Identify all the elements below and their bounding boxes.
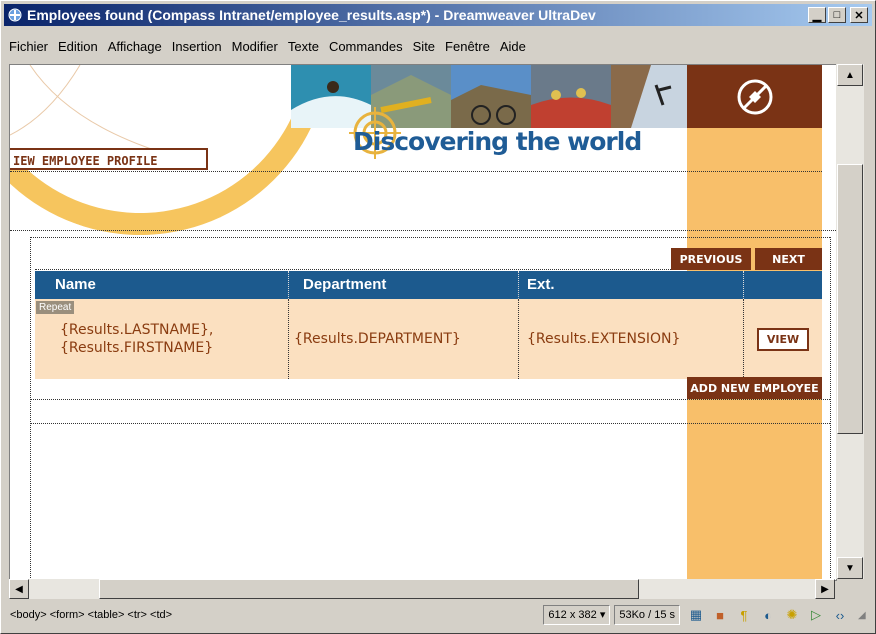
behaviors-icon[interactable]: ◐ [760,607,776,623]
close-icon: ✕ [854,9,864,22]
resize-grip-icon[interactable]: ◢ [858,610,872,621]
library-icon[interactable]: ■ [712,607,728,623]
department-field: {Results.DEPARTMENT} [294,331,461,347]
menu-aide[interactable]: Aide [495,39,531,59]
extension-cell: {Results.EXTENSION} [519,299,744,379]
title-bar: Employees found (Compass Intranet/employ… [4,4,872,26]
view-button[interactable]: VIEW [756,327,810,351]
scroll-down-button[interactable]: ▼ [837,557,863,579]
close-button[interactable]: ✕ [850,7,868,23]
arrow-up-icon: ▲ [845,69,855,81]
dreamweaver-window: Employees found (Compass Intranet/employ… [0,0,876,634]
vertical-scrollbar[interactable]: ▲ ▼ [836,64,864,579]
horizontal-scroll-thumb[interactable] [99,579,639,599]
table-row: {Results.LASTNAME}, {Results.FIRSTNAME} … [35,299,822,379]
menu-texte[interactable]: Texte [283,39,324,59]
arrow-left-icon: ◀ [15,583,23,595]
menu-site[interactable]: Site [408,39,440,59]
site-map-icon[interactable]: ▦ [688,607,704,623]
launcher-bar: ▦ ■ ¶ ◐ ✺ ▷ ‹› [688,607,848,623]
maximize-button[interactable]: □ [828,7,846,23]
divider [10,171,822,172]
decorative-lines [10,65,171,155]
compass-logo [687,65,822,128]
divider [30,399,830,400]
scroll-left-button[interactable]: ◀ [9,579,29,599]
menu-affichage[interactable]: Affichage [103,39,167,59]
next-button[interactable]: NEXT [755,248,822,270]
horizontal-scrollbar[interactable]: ◀ ▶ [9,579,835,599]
window-title: Employees found (Compass Intranet/employ… [27,7,596,23]
menu-fichier[interactable]: Fichier [4,39,53,59]
assets-icon[interactable]: ✺ [784,607,800,623]
column-header-actions [744,271,822,299]
divider [30,237,31,580]
menu-fenetre[interactable]: Fenêtre [440,39,495,59]
scroll-right-button[interactable]: ▶ [815,579,835,599]
compass-icon [737,79,772,114]
lastname-field: {Results.LASTNAME}, [60,322,214,338]
html-styles-icon[interactable]: ¶ [736,607,752,623]
extension-field: {Results.EXTENSION} [527,331,681,347]
firstname-field: {Results.FIRSTNAME} [60,340,214,356]
column-header-extension: Ext. [519,271,744,299]
column-header-name: Name [35,271,289,299]
results-table-header: Name Department Ext. [35,271,822,299]
divider [30,237,830,238]
arrow-down-icon: ▼ [845,562,855,574]
minimize-icon: ▁ [812,9,822,22]
scroll-up-button[interactable]: ▲ [837,64,863,86]
maximize-icon: □ [833,9,841,21]
tag-selector[interactable]: <body> <form> <table> <tr> <td> [10,609,172,621]
menu-edition[interactable]: Edition [53,39,103,59]
cyclist-photo [451,65,531,128]
previous-button[interactable]: PREVIOUS [671,248,751,270]
window-size-popup[interactable]: 612 x 382 ▾ [543,605,611,625]
menu-insertion[interactable]: Insertion [167,39,227,59]
vertical-scroll-thumb[interactable] [837,164,863,434]
section-label: IEW EMPLOYEE PROFILE [10,148,208,170]
repeat-region-tag: Repeat [36,301,75,314]
timeline-icon[interactable]: ▷ [808,607,824,623]
divider [10,230,836,231]
minimize-button[interactable]: ▁ [808,7,826,23]
climber-photo [611,65,687,128]
window-size-label: 612 x 382 [548,609,597,621]
menu-bar: Fichier Edition Affichage Insertion Modi… [4,39,531,59]
dreamweaver-app-icon [8,8,22,22]
page-heading: Discovering the world [353,127,642,156]
code-inspector-icon[interactable]: ‹› [832,607,848,623]
menu-modifier[interactable]: Modifier [227,39,283,59]
rafting-photo [531,65,611,128]
arrow-right-icon: ▶ [821,583,829,595]
add-new-employee-button[interactable]: ADD NEW EMPLOYEE [687,377,822,399]
divider [30,423,830,424]
menu-commandes[interactable]: Commandes [324,39,408,59]
document-canvas[interactable]: Discovering the world IEW EMPLOYEE PROFI… [9,64,837,581]
divider [35,269,685,270]
divider [830,237,831,580]
action-cell: VIEW [744,299,822,379]
status-bar: <body> <form> <table> <tr> <td> 612 x 38… [4,601,872,629]
department-cell: {Results.DEPARTMENT} [289,299,519,379]
column-header-department: Department [289,271,519,299]
download-stats: 53Ko / 15 s [614,605,680,625]
chevron-down-icon: ▾ [599,609,606,621]
